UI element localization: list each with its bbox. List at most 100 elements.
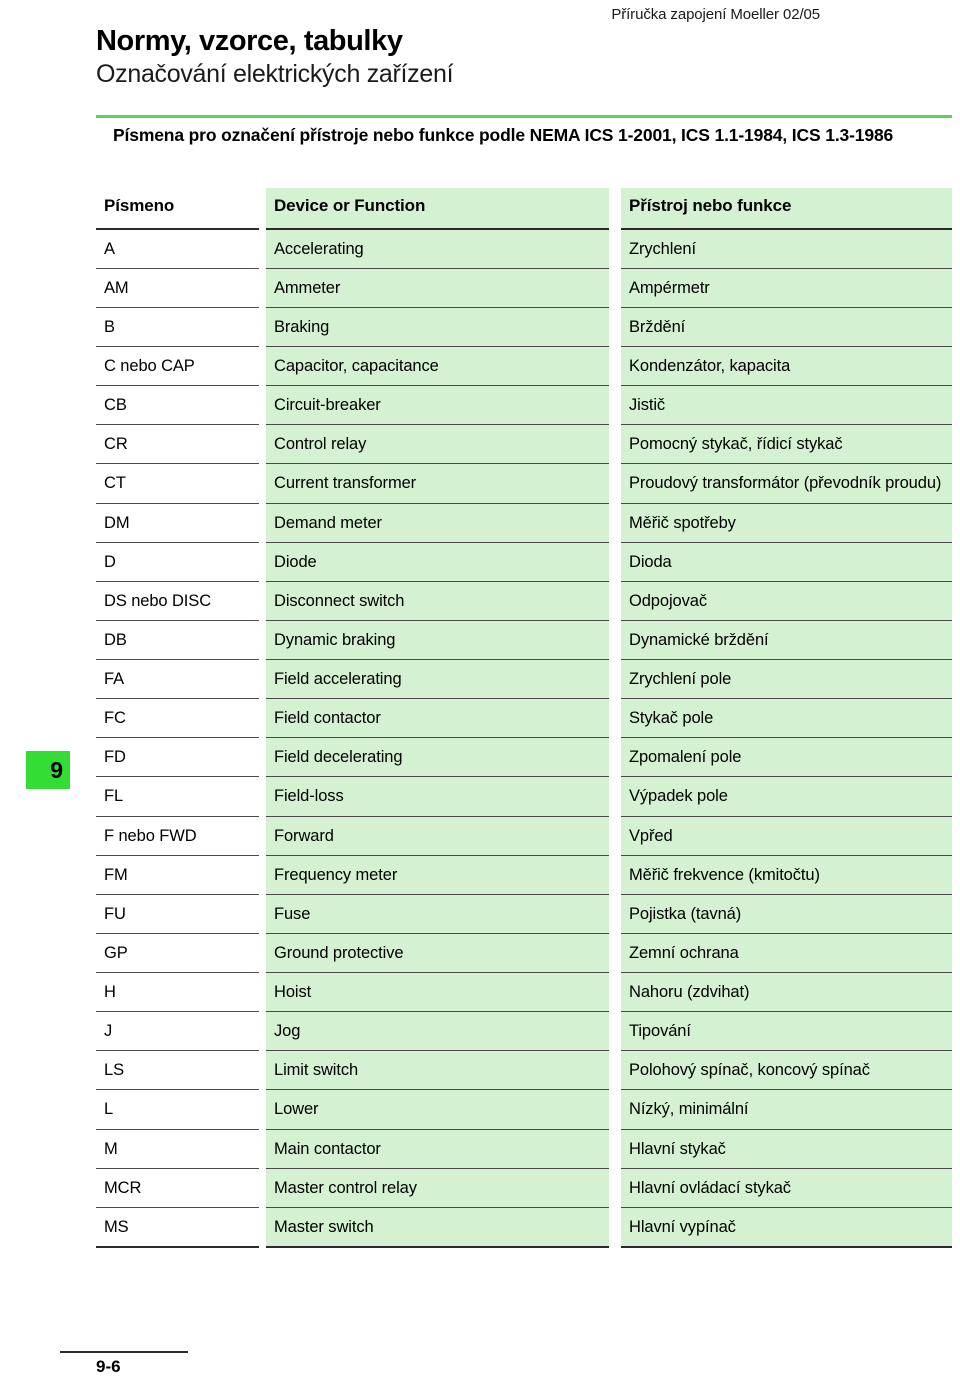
- table-row: D Diode Dioda: [96, 541, 952, 581]
- table-row: FC Field contactor Stykač pole: [96, 698, 952, 738]
- cell-letter-cell: MCR: [96, 1167, 259, 1207]
- row-gap-2-inner: [609, 698, 621, 720]
- row-gap-2: [609, 893, 621, 933]
- cell-pristroj: Měřič frekvence (kmitočtu): [621, 854, 952, 894]
- table-row: FD Field decelerating Zpomalení pole: [96, 737, 952, 777]
- table-row: CT Current transformer Proudový transformá…: [96, 463, 952, 503]
- cell-device-cell: Ground protective: [266, 932, 609, 973]
- row-gap-2-inner: [609, 619, 621, 641]
- chapter-tab-marker: 9: [26, 751, 70, 789]
- table-row: M Main contactor Hlavní stykač: [96, 1128, 952, 1168]
- row-gap-2: [609, 346, 621, 386]
- row-gap-2: [609, 306, 621, 347]
- table-row: MCR Master control relay Hlavní ovládací s…: [96, 1167, 952, 1207]
- row-gap-2-inner: [609, 972, 621, 994]
- row-gap-1: [259, 972, 267, 1012]
- cell-pristroj: Pojistka (tavná): [621, 893, 952, 933]
- cell-device-cell: Current transformer: [266, 463, 609, 503]
- cell-device-cell: Hoist: [266, 972, 609, 1012]
- table-row: DM Demand meter Měřič spotřeby: [96, 502, 952, 542]
- cell-pristroj: Tipování: [621, 1011, 952, 1051]
- row-gap-1: [259, 267, 267, 307]
- cell-device: Disconnect switch: [266, 580, 609, 620]
- table-row: LS Limit switch Polohový spínač, koncový s…: [96, 1050, 952, 1090]
- cell-device-cell: Braking: [266, 306, 609, 347]
- cell-pristroj: Pomocný stykač, řídicí stykač: [621, 424, 952, 464]
- cell-pristroj: Jistič: [621, 385, 952, 425]
- cell-letter: M: [96, 1128, 259, 1168]
- cell-letter: D: [96, 541, 259, 581]
- cell-pristroj-cell: Odpojovač: [621, 580, 952, 620]
- cell-letter: MCR: [96, 1167, 259, 1207]
- cell-device-cell: Control relay: [266, 424, 609, 464]
- row-gap-2-inner: [609, 1089, 621, 1111]
- cell-pristroj-cell: Měřič spotřeby: [621, 502, 952, 542]
- cell-pristroj-cell: Polohový spínač, koncový spínač: [621, 1050, 952, 1090]
- footer-page-number: 9-6: [96, 1357, 121, 1376]
- cell-device: Field-loss: [266, 776, 609, 816]
- cell-pristroj: Dynamické brždění: [621, 619, 952, 660]
- column-gap-1: [259, 188, 267, 228]
- table-bottom-rule-inner: [96, 1245, 259, 1267]
- cell-letter: B: [96, 306, 259, 347]
- cell-pristroj-cell: Brždění: [621, 306, 952, 347]
- row-gap-2-inner: [609, 776, 621, 798]
- row-gap-2: [609, 776, 621, 816]
- table-row: FU Fuse Pojistka (tavná): [96, 893, 952, 933]
- row-gap-2-inner: [609, 1050, 621, 1072]
- cell-letter: FC: [96, 698, 259, 738]
- row-gap-2: [609, 854, 621, 894]
- cell-pristroj-cell: Pomocný stykač, řídicí stykač: [621, 424, 952, 464]
- table-row: B Braking Brždění: [96, 306, 952, 347]
- row-gap-1: [259, 1089, 267, 1129]
- row-gap-1: [259, 893, 267, 933]
- cell-pristroj: Stykač pole: [621, 698, 952, 738]
- cell-letter: FL: [96, 776, 259, 816]
- cell-device-cell: Dynamic braking: [266, 619, 609, 660]
- cell-pristroj-cell: Nahoru (zdvihat): [621, 972, 952, 1012]
- cell-pristroj: Zrychlení pole: [621, 659, 952, 699]
- row-gap-2-inner: [609, 854, 621, 876]
- column-header-pristroj-label: Přístroj nebo funkce: [621, 188, 952, 228]
- cell-pristroj-cell: Ampérmetr: [621, 267, 952, 307]
- row-gap-2-inner: [609, 306, 621, 328]
- cell-letter-cell: J: [96, 1011, 259, 1051]
- cell-pristroj: Zemní ochrana: [621, 932, 952, 973]
- cell-pristroj-cell: Zrychlení: [621, 227, 952, 268]
- row-gap-1: [259, 424, 267, 464]
- table-row: CB Circuit-breaker Jistič: [96, 385, 952, 425]
- cell-letter-cell: A: [96, 227, 259, 268]
- page-subtitle: Označování elektrických zařízení: [96, 60, 454, 89]
- accent-divider: [96, 115, 952, 118]
- cell-device: Diode: [266, 541, 609, 581]
- cell-pristroj-cell: Stykač pole: [621, 698, 952, 738]
- row-gap-2: [609, 463, 621, 503]
- cell-device: Ammeter: [266, 267, 609, 307]
- row-gap-2: [609, 267, 621, 307]
- column-header-pristroj: Přístroj nebo funkce: [621, 188, 952, 228]
- table-row: CR Control relay Pomocný stykač, řídicí st…: [96, 424, 952, 464]
- row-gap-1: [259, 1206, 267, 1246]
- cell-device: Field contactor: [266, 698, 609, 738]
- cell-pristroj-cell: Jistič: [621, 385, 952, 425]
- cell-device-cell: Disconnect switch: [266, 580, 609, 620]
- cell-letter-cell: LS: [96, 1050, 259, 1090]
- row-gap-2: [609, 424, 621, 464]
- row-gap-1: [259, 385, 267, 425]
- row-gap-2-inner: [609, 1128, 621, 1150]
- table-row: L Lower Nízký, minimální: [96, 1089, 952, 1129]
- cell-letter-cell: D: [96, 541, 259, 581]
- cell-letter: L: [96, 1089, 259, 1129]
- cell-device-cell: Demand meter: [266, 502, 609, 542]
- cell-pristroj-cell: Dynamické brždění: [621, 619, 952, 660]
- table-row: GP Ground protective Zemní ochrana: [96, 932, 952, 973]
- cell-device: Hoist: [266, 972, 609, 1012]
- cell-device: Field accelerating: [266, 659, 609, 699]
- row-gap-1: [259, 932, 267, 973]
- cell-letter: GP: [96, 932, 259, 973]
- row-gap-1: [259, 1128, 267, 1168]
- cell-pristroj: Nízký, minimální: [621, 1089, 952, 1129]
- cell-device-cell: Diode: [266, 541, 609, 581]
- cell-device-cell: Field-loss: [266, 776, 609, 816]
- cell-letter-cell: DM: [96, 502, 259, 542]
